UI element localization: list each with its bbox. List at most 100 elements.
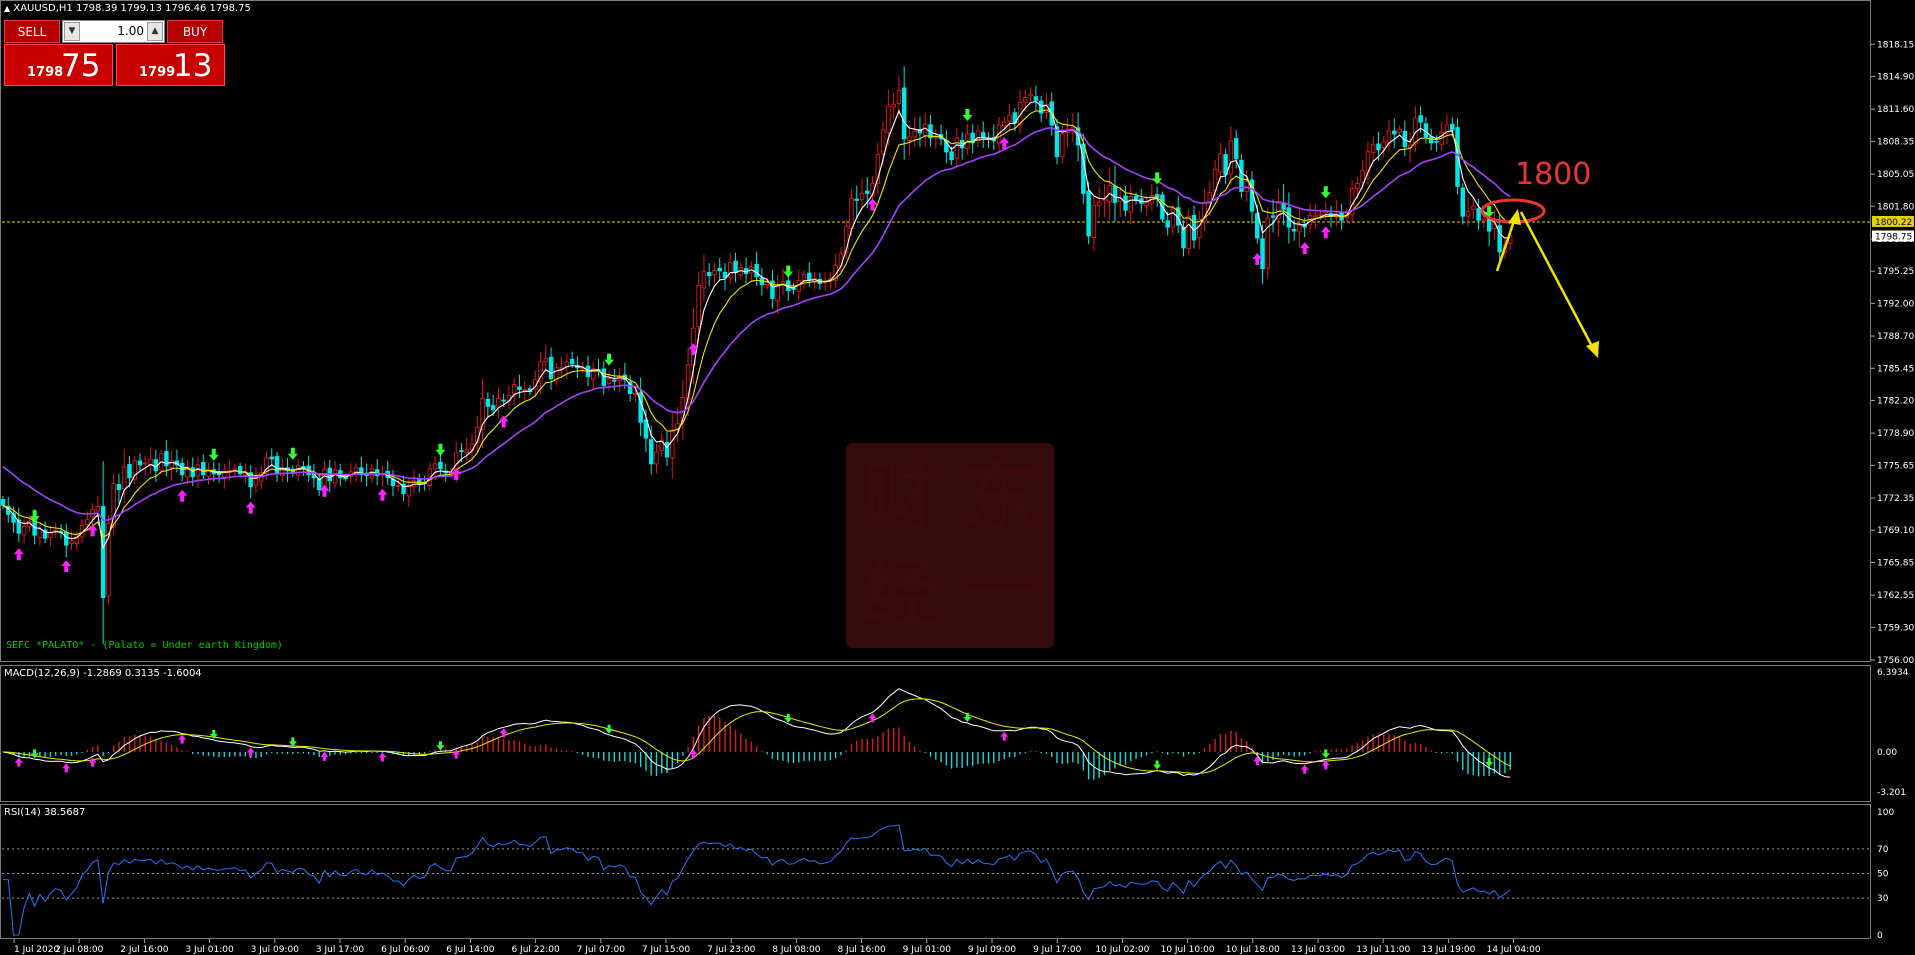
candle-body — [1460, 187, 1466, 217]
candle-body — [1239, 159, 1244, 192]
candle-body — [1060, 133, 1065, 158]
price-axis-label: 1775.65 — [1877, 461, 1914, 471]
candle-body — [432, 463, 438, 470]
collapse-arrow-icon[interactable]: ▲ — [4, 4, 10, 13]
lot-size-field[interactable]: ▼ 1.00 ▲ — [62, 20, 165, 43]
indicator-caption: SEFC *PALATO* - (Palato = Under earth Ki… — [6, 640, 283, 651]
candle-body — [295, 465, 301, 476]
level-price-label: 1800.22 — [1875, 218, 1912, 228]
lot-decrease-icon[interactable]: ▼ — [64, 22, 80, 41]
candle-body — [1381, 141, 1386, 148]
candle-body — [696, 285, 701, 328]
candle-body — [1228, 140, 1234, 175]
macd-axis-label: 0.00 — [1877, 748, 1897, 758]
candle-body — [1418, 115, 1423, 123]
lot-size-value[interactable]: 1.00 — [83, 21, 144, 42]
candle-body — [121, 466, 127, 490]
time-axis-label: 2 Jul 08:00 — [55, 945, 104, 955]
candle-body — [127, 464, 132, 479]
candle-body — [807, 272, 812, 281]
candle-body — [1007, 114, 1012, 122]
candle-body — [569, 358, 575, 365]
candle-body — [517, 386, 522, 391]
candle-body — [1355, 183, 1360, 189]
candle-body — [912, 130, 917, 138]
candle-body — [612, 379, 617, 382]
candle-body — [1096, 201, 1102, 206]
candle-body — [891, 103, 896, 108]
candle-body — [633, 393, 638, 395]
candle-body — [654, 451, 659, 465]
price-axis-label: 1782.20 — [1877, 396, 1914, 406]
time-axis-label: 1 Jul 2020 — [14, 945, 59, 955]
candle-body — [269, 456, 275, 460]
price-axis-label: 1811.60 — [1877, 105, 1914, 115]
price-axis-label: 1785.45 — [1877, 364, 1914, 374]
macd-axis-label: 6.3934 — [1877, 668, 1909, 678]
candle-body — [1318, 213, 1323, 216]
buy-button[interactable]: BUY — [167, 20, 223, 43]
candle-body — [21, 525, 27, 536]
candle-body — [1002, 121, 1007, 127]
candle-body — [880, 129, 886, 154]
candle-body — [717, 267, 722, 272]
rsi-axis-label: 30 — [1877, 894, 1889, 904]
candle-body — [485, 398, 491, 407]
lot-increase-icon[interactable]: ▲ — [147, 22, 163, 41]
candle-body — [406, 485, 412, 497]
candle-body — [907, 136, 912, 141]
time-axis-label: 8 Jul 16:00 — [837, 945, 886, 955]
candle-body — [459, 450, 464, 453]
time-axis-label: 10 Jul 18:00 — [1226, 945, 1280, 955]
candle-body — [316, 478, 322, 491]
candle-body — [195, 464, 201, 477]
candle-body — [396, 485, 401, 488]
candle-body — [865, 190, 870, 194]
price-axis-label: 1814.90 — [1877, 73, 1914, 83]
price-axis-label: 1805.05 — [1877, 170, 1914, 180]
candle-body — [1165, 220, 1170, 228]
candle-body — [501, 399, 506, 402]
chart-title-text: XAUUSD,H1 1798.39 1799.13 1796.46 1798.7… — [13, 3, 251, 14]
candle-body — [37, 528, 43, 539]
sell-price-box[interactable]: 1798 75 — [4, 44, 113, 86]
price-axis-label: 1769.10 — [1877, 526, 1914, 536]
watermark-char: 经 — [862, 549, 938, 638]
candle-body — [232, 468, 238, 471]
candle-body — [1091, 204, 1097, 239]
candle-body — [143, 462, 148, 465]
candle-body — [1370, 144, 1376, 154]
candle-body — [496, 398, 501, 408]
candle-body — [1476, 208, 1481, 221]
rsi-axis-label: 70 — [1877, 845, 1889, 855]
candle-body — [201, 462, 206, 476]
candle-body — [648, 439, 654, 465]
time-axis-label: 2 Jul 16:00 — [120, 945, 169, 955]
ask-price-pips: 13 — [173, 48, 213, 84]
rsi-axis-label: 100 — [1877, 808, 1894, 818]
sell-button[interactable]: SELL — [4, 20, 60, 43]
candle-body — [63, 531, 69, 546]
time-axis-label: 13 Jul 03:00 — [1291, 945, 1345, 955]
watermark-char: 一 — [962, 549, 1038, 638]
time-axis-label: 14 Jul 04:00 — [1487, 945, 1541, 955]
candle-body — [954, 137, 960, 159]
time-axis-label: 13 Jul 19:00 — [1421, 945, 1475, 955]
candle-body — [754, 263, 759, 278]
price-axis-label: 1808.35 — [1877, 137, 1914, 147]
time-axis-label: 9 Jul 17:00 — [1033, 945, 1082, 955]
bid-price-major: 1798 — [27, 65, 64, 80]
macd-caption: MACD(12,26,9) -1.2869 0.3135 -1.6004 — [4, 668, 202, 679]
candle-body — [1376, 143, 1381, 151]
candle-body — [606, 378, 612, 384]
chart-title: ▲ XAUUSD,H1 1798.39 1799.13 1796.46 1798… — [4, 3, 251, 14]
candle-body — [1102, 198, 1107, 202]
candle-body — [1186, 215, 1191, 250]
time-axis-label: 10 Jul 02:00 — [1095, 945, 1149, 955]
buy-price-box[interactable]: 1799 13 — [116, 44, 225, 86]
price-axis-label: 1818.15 — [1877, 40, 1914, 50]
candle-body — [706, 272, 712, 277]
candle-body — [116, 484, 122, 491]
time-axis-label: 6 Jul 06:00 — [381, 945, 430, 955]
price-axis-label: 1778.90 — [1877, 429, 1914, 439]
